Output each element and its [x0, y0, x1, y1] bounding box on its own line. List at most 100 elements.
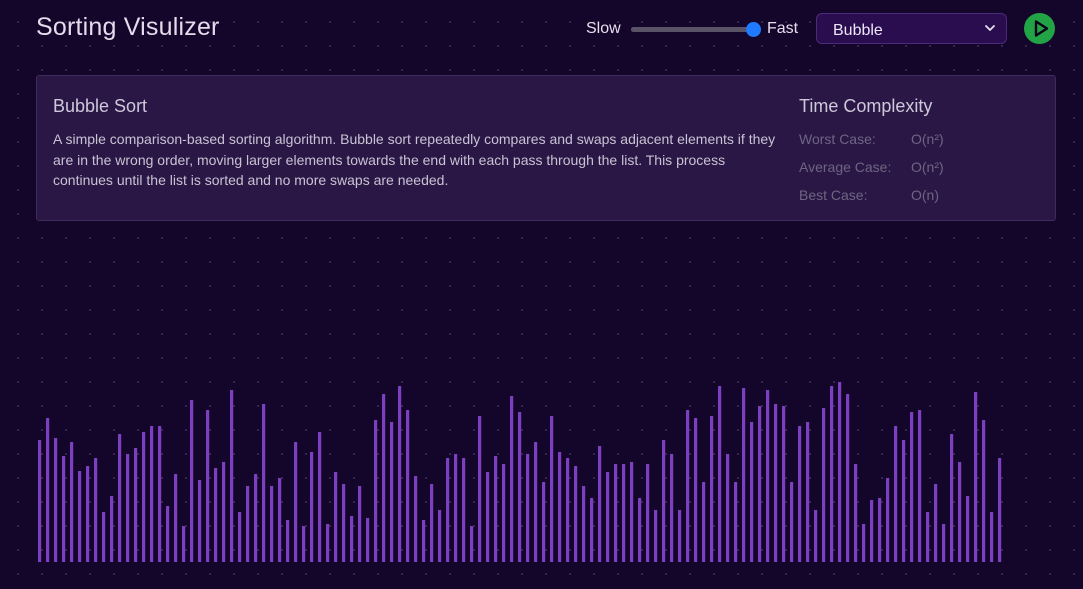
array-bar	[558, 452, 562, 562]
array-bar	[718, 386, 722, 562]
array-bar	[806, 422, 810, 562]
array-bar	[206, 410, 210, 562]
array-bar	[822, 408, 826, 562]
array-bar	[134, 448, 138, 562]
array-bar	[734, 482, 738, 562]
array-bar	[670, 454, 674, 562]
array-bar	[494, 456, 498, 562]
array-bar	[870, 500, 874, 562]
array-bar	[918, 410, 922, 562]
array-bar	[542, 482, 546, 562]
array-bar	[102, 512, 106, 562]
array-bar	[406, 410, 410, 562]
array-bar	[366, 518, 370, 562]
array-bar	[110, 496, 114, 562]
array-bar	[886, 478, 890, 562]
array-bar	[94, 458, 98, 562]
array-bar	[646, 464, 650, 562]
array-bar	[902, 440, 906, 562]
array-bar	[502, 464, 506, 562]
array-bar	[54, 438, 58, 562]
array-bar	[198, 480, 202, 562]
average-case-label: Average Case:	[799, 159, 892, 175]
array-bar	[526, 454, 530, 562]
array-bar	[158, 426, 162, 562]
array-bar	[438, 510, 442, 562]
array-bar	[318, 432, 322, 562]
array-bar	[854, 464, 858, 562]
array-bar	[470, 526, 474, 562]
array-bar	[278, 478, 282, 562]
array-bar	[998, 458, 1002, 562]
array-bar	[342, 484, 346, 562]
best-case-label: Best Case:	[799, 187, 868, 203]
array-bar	[894, 426, 898, 562]
array-bar	[254, 474, 258, 562]
array-bar	[862, 524, 866, 562]
array-bar	[830, 386, 834, 562]
array-bar	[942, 524, 946, 562]
array-bar	[398, 386, 402, 562]
array-bar	[78, 471, 82, 562]
array-bar	[534, 442, 538, 562]
algorithm-name: Bubble Sort	[53, 96, 148, 116]
app-title: Sorting Visulizer	[36, 13, 220, 41]
array-bar	[758, 406, 762, 562]
array-bar	[742, 388, 746, 562]
chevron-down-icon	[985, 25, 995, 31]
array-bar	[782, 406, 786, 562]
array-bar	[990, 512, 994, 562]
array-bar	[934, 484, 938, 562]
array-bar	[590, 498, 594, 562]
array-bar	[926, 512, 930, 562]
array-bar	[638, 498, 642, 562]
play-icon	[1034, 20, 1049, 37]
array-bar	[974, 392, 978, 562]
speed-fast-label: Fast	[767, 20, 799, 37]
array-bar	[838, 382, 842, 562]
array-bar	[70, 442, 74, 562]
array-bar	[422, 520, 426, 562]
worst-case-value: O(n²)	[911, 131, 944, 147]
array-bar	[846, 394, 850, 562]
array-bar	[270, 486, 274, 562]
array-bar	[246, 486, 250, 562]
speed-slow-label: Slow	[586, 20, 621, 37]
array-bar	[678, 510, 682, 562]
array-bar	[950, 434, 954, 562]
array-bar	[390, 422, 394, 562]
array-bar	[766, 390, 770, 562]
array-bar	[446, 458, 450, 562]
array-bar	[798, 426, 802, 562]
algorithm-select-value: Bubble	[833, 22, 883, 39]
array-bar	[510, 396, 514, 562]
array-bar	[262, 404, 266, 562]
algorithm-description: A simple comparison-based sorting algori…	[53, 131, 776, 188]
array-bar	[774, 404, 778, 562]
speed-slider-thumb[interactable]	[746, 22, 761, 37]
array-bar	[606, 472, 610, 562]
array-bar	[382, 394, 386, 562]
array-bar	[582, 486, 586, 562]
array-bar	[694, 418, 698, 562]
array-bar	[230, 390, 234, 562]
array-bar	[86, 466, 90, 562]
algorithm-info-panel: Bubble Sort A simple comparison-based so…	[36, 75, 1056, 221]
array-bar	[286, 520, 290, 562]
algorithm-select[interactable]: Bubble	[816, 13, 1007, 44]
array-bar	[454, 454, 458, 562]
array-bar	[374, 420, 378, 562]
array-bar	[334, 472, 338, 562]
array-bar	[566, 458, 570, 562]
speed-slider-fill	[631, 27, 758, 32]
array-bar	[878, 498, 882, 562]
play-button[interactable]	[1024, 13, 1055, 44]
array-bar	[958, 462, 962, 562]
speed-slider[interactable]	[631, 22, 761, 37]
array-bar	[190, 400, 194, 562]
array-bar	[574, 466, 578, 562]
time-complexity-title: Time Complexity	[799, 96, 933, 116]
array-bar	[430, 484, 434, 562]
array-bar	[622, 464, 626, 562]
array-bar	[166, 506, 170, 562]
